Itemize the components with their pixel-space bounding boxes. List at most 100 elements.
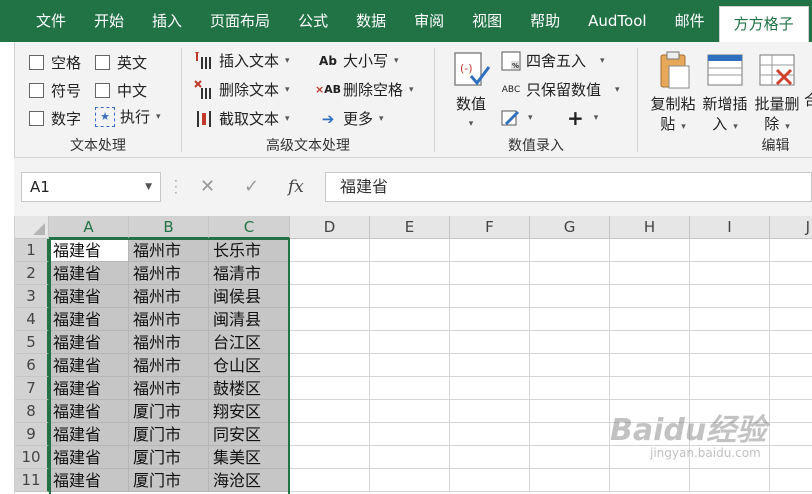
- cell-c11[interactable]: 海沧区: [209, 469, 290, 492]
- case-button[interactable]: Ab 大小写 ▾: [318, 50, 399, 71]
- empty-cell[interactable]: [770, 239, 812, 262]
- column-header-e[interactable]: E: [370, 216, 450, 239]
- tab-page-layout[interactable]: 页面布局: [196, 0, 284, 42]
- empty-cell[interactable]: [290, 331, 370, 354]
- empty-cell[interactable]: [370, 331, 450, 354]
- column-header-d[interactable]: D: [290, 216, 370, 239]
- column-header-g[interactable]: G: [530, 216, 610, 239]
- empty-cell[interactable]: [450, 423, 530, 446]
- empty-cell[interactable]: [690, 331, 770, 354]
- empty-cell[interactable]: [450, 446, 530, 469]
- empty-cell[interactable]: [290, 377, 370, 400]
- cell-b6[interactable]: 福州市: [129, 354, 209, 377]
- empty-cell[interactable]: [530, 308, 610, 331]
- checkbox-box[interactable]: [29, 55, 44, 70]
- empty-cell[interactable]: [530, 262, 610, 285]
- checkbox-box[interactable]: [29, 83, 44, 98]
- column-header-a[interactable]: A: [49, 216, 129, 239]
- empty-cell[interactable]: [530, 377, 610, 400]
- empty-cell[interactable]: [530, 239, 610, 262]
- cell-a10[interactable]: 福建省: [49, 446, 129, 469]
- cell-b1[interactable]: 福州市: [129, 239, 209, 262]
- empty-cell[interactable]: [770, 377, 812, 400]
- empty-cell[interactable]: [450, 239, 530, 262]
- column-header-b[interactable]: B: [129, 216, 209, 239]
- empty-cell[interactable]: [450, 308, 530, 331]
- cell-c8[interactable]: 翔安区: [209, 400, 290, 423]
- delete-text-button[interactable]: 删除文本 ▾: [194, 79, 290, 100]
- checkbox-box[interactable]: [29, 111, 44, 126]
- plus-button[interactable]: + ▾: [567, 106, 598, 130]
- checkbox-box[interactable]: [95, 55, 110, 70]
- empty-cell[interactable]: [530, 354, 610, 377]
- cell-a9[interactable]: 福建省: [49, 423, 129, 446]
- checkbox-symbol[interactable]: 符号: [29, 80, 81, 101]
- tab-review[interactable]: 审阅: [400, 0, 458, 42]
- empty-cell[interactable]: [690, 377, 770, 400]
- cell-b4[interactable]: 福州市: [129, 308, 209, 331]
- empty-cell[interactable]: [530, 423, 610, 446]
- empty-cell[interactable]: [290, 423, 370, 446]
- empty-cell[interactable]: [450, 285, 530, 308]
- empty-cell[interactable]: [690, 308, 770, 331]
- drag-handle-icon[interactable]: · · ·: [174, 175, 178, 199]
- empty-cell[interactable]: [770, 446, 812, 469]
- empty-cell[interactable]: [370, 262, 450, 285]
- empty-cell[interactable]: [770, 285, 812, 308]
- tab-mail[interactable]: 邮件: [661, 0, 719, 42]
- value-button[interactable]: (-) 数值 ▾: [449, 50, 493, 134]
- empty-cell[interactable]: [450, 469, 530, 492]
- cell-a8[interactable]: 福建省: [49, 400, 129, 423]
- copy-paste-button[interactable]: 复制粘 贴 ▾: [648, 50, 698, 137]
- empty-cell[interactable]: [770, 469, 812, 492]
- cell-a6[interactable]: 福建省: [49, 354, 129, 377]
- empty-cell[interactable]: [290, 239, 370, 262]
- keep-value-button[interactable]: ABC 只保留数值 ▾: [501, 79, 620, 100]
- cell-a7[interactable]: 福建省: [49, 377, 129, 400]
- empty-cell[interactable]: [610, 354, 690, 377]
- more-button[interactable]: ➔ 更多 ▾: [318, 108, 384, 129]
- cell-c10[interactable]: 集美区: [209, 446, 290, 469]
- cell-a4[interactable]: 福建省: [49, 308, 129, 331]
- cell-c6[interactable]: 仓山区: [209, 354, 290, 377]
- cell-a2[interactable]: 福建省: [49, 262, 129, 285]
- checkbox-space[interactable]: 空格: [29, 52, 81, 73]
- empty-cell[interactable]: [370, 400, 450, 423]
- empty-cell[interactable]: [290, 446, 370, 469]
- row-header[interactable]: 10: [15, 446, 49, 469]
- empty-cell[interactable]: [450, 262, 530, 285]
- tab-data[interactable]: 数据: [342, 0, 400, 42]
- execute-button[interactable]: ★ 执行 ▾: [95, 106, 161, 127]
- cell-a5[interactable]: 福建省: [49, 331, 129, 354]
- empty-cell[interactable]: [770, 354, 812, 377]
- tab-file[interactable]: 文件: [22, 0, 80, 42]
- empty-cell[interactable]: [690, 354, 770, 377]
- empty-cell[interactable]: [610, 308, 690, 331]
- cell-a1[interactable]: 福建省: [49, 239, 129, 262]
- empty-cell[interactable]: [770, 262, 812, 285]
- empty-cell[interactable]: [770, 400, 812, 423]
- empty-cell[interactable]: [450, 354, 530, 377]
- tab-formulas[interactable]: 公式: [284, 0, 342, 42]
- check-icon[interactable]: ✓: [244, 172, 259, 202]
- empty-cell[interactable]: [370, 308, 450, 331]
- cell-c9[interactable]: 同安区: [209, 423, 290, 446]
- delete-space-button[interactable]: × AB 删除空格 ▾: [315, 79, 414, 100]
- row-header[interactable]: 8: [15, 400, 49, 423]
- empty-cell[interactable]: [370, 285, 450, 308]
- empty-cell[interactable]: [370, 469, 450, 492]
- row-header[interactable]: 11: [15, 469, 49, 492]
- empty-cell[interactable]: [290, 354, 370, 377]
- row-header[interactable]: 4: [15, 308, 49, 331]
- row-header[interactable]: 9: [15, 423, 49, 446]
- cell-a3[interactable]: 福建省: [49, 285, 129, 308]
- cell-b5[interactable]: 福州市: [129, 331, 209, 354]
- empty-cell[interactable]: [690, 285, 770, 308]
- empty-cell[interactable]: [370, 446, 450, 469]
- row-header[interactable]: 5: [15, 331, 49, 354]
- empty-cell[interactable]: [770, 331, 812, 354]
- cell-c5[interactable]: 台江区: [209, 331, 290, 354]
- empty-cell[interactable]: [610, 285, 690, 308]
- empty-cell[interactable]: [290, 400, 370, 423]
- formula-input[interactable]: 福建省: [325, 172, 812, 202]
